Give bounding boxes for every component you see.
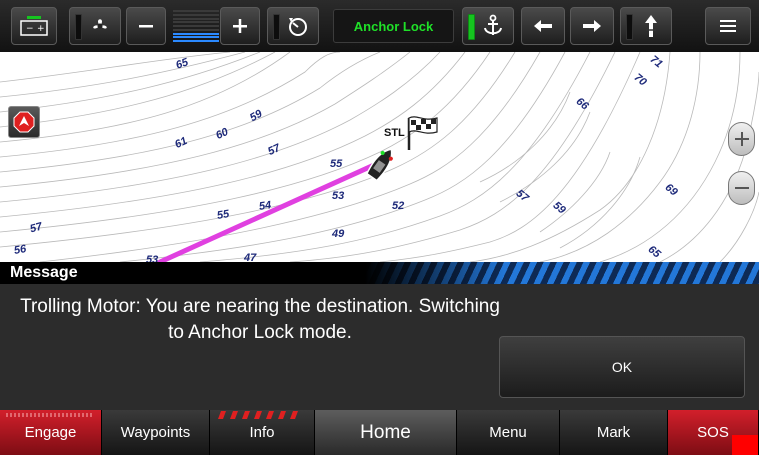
- bottom-navigation-bar: Engage Waypoints Info Home Menu Mark SOS: [0, 410, 759, 455]
- sos-button[interactable]: SOS: [668, 410, 759, 455]
- main-menu-button[interactable]: [705, 7, 751, 45]
- status-indicator: [626, 14, 633, 40]
- message-text: Trolling Motor: You are nearing the dest…: [20, 296, 500, 343]
- minus-icon: [139, 25, 153, 28]
- zoom-out-icon: [734, 187, 749, 189]
- active-indicator: [468, 14, 475, 40]
- top-toolbar: − + Anchor Lock: [0, 0, 759, 52]
- cruise-control-button[interactable]: [267, 7, 319, 45]
- nudge-left-button[interactable]: [521, 7, 565, 45]
- status-indicator: [273, 14, 280, 40]
- mark-label: Mark: [596, 424, 631, 441]
- depth-sounding: 47: [244, 252, 257, 262]
- hamburger-menu-icon: [720, 20, 736, 32]
- engage-button[interactable]: Engage: [0, 410, 102, 455]
- info-button[interactable]: Info: [210, 410, 315, 455]
- message-title: Message: [10, 264, 78, 281]
- destination-label: STL: [384, 127, 405, 139]
- speed-increase-button[interactable]: [220, 7, 260, 45]
- menu-button[interactable]: Menu: [457, 410, 560, 455]
- engage-label: Engage: [24, 424, 77, 441]
- message-dialog: Trolling Motor: You are nearing the dest…: [0, 284, 759, 410]
- home-label: Home: [360, 421, 411, 443]
- destination-flag-icon[interactable]: [405, 114, 441, 150]
- zoom-in-icon: [734, 132, 749, 146]
- ok-button[interactable]: OK: [499, 336, 745, 398]
- anchor-icon: [484, 14, 502, 35]
- depth-sounding: 53: [146, 254, 159, 262]
- arrow-left-icon: [534, 20, 552, 32]
- info-label: Info: [249, 424, 275, 441]
- depth-sounding: 56: [13, 243, 28, 257]
- mark-button[interactable]: Mark: [560, 410, 668, 455]
- anchor-lock-mode-indicator[interactable]: Anchor Lock: [333, 9, 454, 43]
- menu-label: Menu: [489, 424, 527, 441]
- depth-sounding: 54: [258, 199, 273, 213]
- speed-level-bars: [173, 10, 219, 42]
- anchor-button[interactable]: [462, 7, 514, 45]
- north-up-button[interactable]: [8, 106, 40, 138]
- arrow-right-icon: [583, 20, 601, 32]
- nudge-forward-button[interactable]: [620, 7, 672, 45]
- status-indicator: [75, 14, 82, 40]
- compass-icon: [13, 111, 35, 133]
- propeller-icon: [93, 19, 107, 29]
- sos-label: SOS: [697, 424, 729, 441]
- route-line: [157, 157, 388, 262]
- waypoints-button[interactable]: Waypoints: [102, 410, 210, 455]
- nudge-right-button[interactable]: [570, 7, 614, 45]
- battery-button[interactable]: − +: [11, 7, 57, 45]
- svg-text:+: +: [37, 24, 45, 34]
- speed-decrease-button[interactable]: [126, 7, 166, 45]
- zoom-out-button[interactable]: [728, 171, 755, 205]
- depth-sounding: 49: [332, 228, 345, 240]
- depth-sounding: 55: [216, 208, 231, 222]
- depth-sounding: 52: [392, 200, 405, 212]
- navigation-chart[interactable]: 65 71 70 66 61 60 59 57 55 53 54 52 55 5…: [0, 52, 759, 262]
- svg-text:−: −: [26, 24, 34, 34]
- depth-sounding: 55: [330, 158, 343, 170]
- plus-icon: [233, 19, 247, 33]
- speedometer-icon: [289, 18, 307, 36]
- message-header: Message: [0, 262, 759, 284]
- home-button[interactable]: Home: [315, 410, 457, 455]
- battery-icon: − +: [20, 16, 48, 36]
- propeller-button[interactable]: [69, 7, 121, 45]
- waypoints-label: Waypoints: [120, 424, 191, 441]
- depth-sounding: 53: [332, 190, 345, 202]
- arrow-up-icon: [645, 15, 657, 37]
- boat-position-icon: [365, 148, 393, 182]
- zoom-in-button[interactable]: [728, 122, 755, 156]
